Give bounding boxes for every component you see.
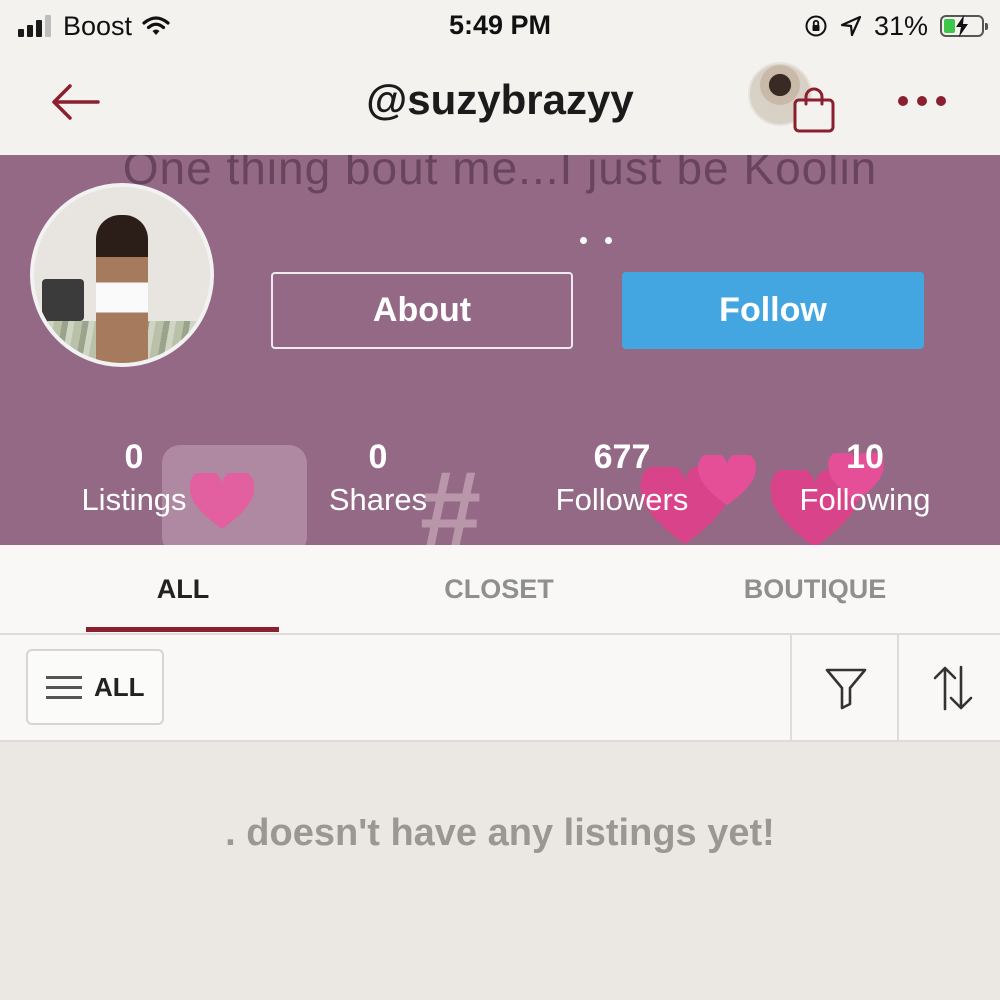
nav-bar: @suzybrazyy [0,52,1000,155]
page-title: @suzybrazyy [366,76,634,123]
status-right: 31% [804,10,988,42]
stat-label: Following [799,482,931,517]
battery-charging-icon [940,15,988,37]
tab-bar: ALL CLOSET BOUTIQUE [0,545,1000,635]
stat-label: Listings [81,482,187,517]
filter-bar: ALL [0,635,1000,742]
battery-level [944,19,955,33]
location-arrow-icon [840,15,862,37]
page-indicator [580,237,612,244]
filter-button[interactable] [790,635,899,740]
tab-all[interactable]: ALL [33,545,333,633]
stat-listings[interactable]: 0 Listings [34,437,234,523]
status-bar: Boost 5:49 PM 31% [0,0,1000,52]
sort-button[interactable] [897,635,1000,740]
stat-followers[interactable]: 677 Followers [522,437,722,523]
back-arrow-icon [52,84,100,120]
stat-value: 0 [124,438,144,476]
shopping-bag-icon[interactable] [792,86,836,134]
more-dots-icon[interactable] [892,86,952,116]
filter-funnel-icon [825,668,866,709]
empty-state-message: . doesn't have any listings yet! [225,812,775,854]
stat-following[interactable]: 10 Following [765,437,965,523]
sort-arrows-icon [933,665,972,710]
category-filter-label: ALL [94,671,145,702]
tab-closet[interactable]: CLOSET [349,545,649,633]
back-button[interactable] [48,82,104,122]
about-button[interactable]: About [271,272,573,349]
category-filter-button[interactable]: ALL [26,649,164,725]
tab-boutique[interactable]: BOUTIQUE [665,545,965,633]
battery-percent: 31% [873,10,928,41]
stat-value: 0 [368,438,388,476]
menu-icon [46,675,82,699]
orientation-lock-icon [805,15,827,37]
stat-value: 10 [846,438,884,476]
follow-button[interactable]: Follow [622,272,924,349]
stat-label: Shares [328,482,428,517]
profile-photo[interactable] [30,183,214,367]
stat-value: 677 [593,438,651,476]
active-tab-indicator [86,627,279,632]
stat-label: Followers [555,482,689,517]
stat-shares[interactable]: 0 Shares [278,437,478,523]
profile-banner: One thing bout me...I just be Koolin # A… [0,155,1000,545]
